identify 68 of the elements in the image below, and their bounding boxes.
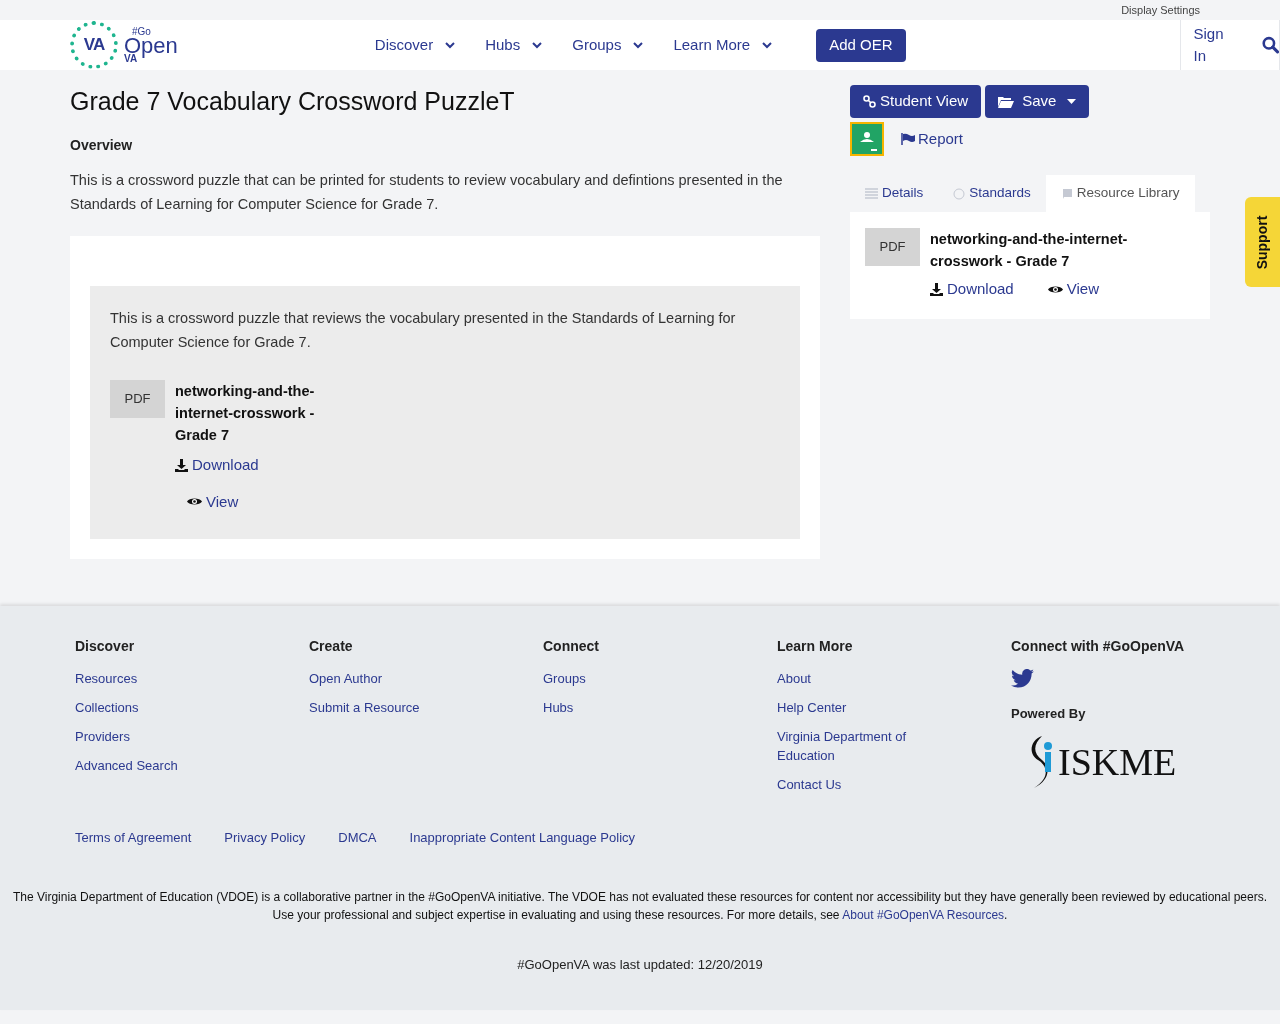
link-icon <box>863 95 876 108</box>
resource-title: Grade 7 Vocabulary Crossword PuzzleT <box>70 86 516 117</box>
legal-link[interactable]: DMCA <box>338 828 377 848</box>
footer-heading: Discover <box>75 637 136 656</box>
chevron-down-icon <box>532 41 543 49</box>
download-icon <box>175 458 188 472</box>
footer-link[interactable]: Open Author <box>309 669 479 688</box>
footer-heading: Connect <box>543 637 600 656</box>
last-updated-text: #GoOpenVA was last updated: 12/20/2019 <box>517 956 763 972</box>
footer-link[interactable]: Hubs <box>543 698 713 717</box>
footer-link[interactable]: Collections <box>75 698 245 717</box>
file-name: networking-and-the-internet-crosswork - Grade 7 <box>930 230 1129 271</box>
footer-heading: Create <box>309 637 354 656</box>
footer-heading: Powered By <box>1011 705 1087 723</box>
nav-menu-item[interactable]: Hubs <box>485 33 543 57</box>
footer-link[interactable]: Contact Us <box>777 775 947 794</box>
twitter-bird-icon[interactable] <box>1011 669 1034 688</box>
student-view-button[interactable]: Student View <box>850 85 982 118</box>
legal-link[interactable]: Terms of Agreement <box>75 828 192 848</box>
eye-icon <box>187 496 202 508</box>
chevron-down-icon <box>445 41 456 49</box>
flag-icon <box>901 133 915 145</box>
nav-menu-item[interactable]: Groups <box>572 33 644 57</box>
download-link[interactable]: Download <box>930 278 1014 301</box>
tab[interactable]: Resource Library <box>1045 175 1195 212</box>
footer-link[interactable]: Help Center <box>777 698 947 717</box>
download-link[interactable]: Download <box>175 454 315 477</box>
file-type-label: PDF <box>865 228 920 266</box>
nav-menu-item[interactable]: Learn More <box>673 33 773 57</box>
add-oer-button[interactable]: Add OER <box>816 28 906 62</box>
footer-link[interactable]: Groups <box>543 669 713 688</box>
search-icon[interactable] <box>1261 35 1279 55</box>
partner-logo[interactable]: ISKME <box>1026 733 1185 790</box>
classroom-share-icon[interactable] <box>850 122 884 156</box>
tab[interactable]: Standards <box>938 175 1046 212</box>
display-settings-link[interactable]: Display Settings <box>1121 1 1200 19</box>
overview-text: This is a crossword puzzle that can be printed for students to review vocabulary and defintions presented in the Standards of Learning for Computer Science for Grade 7. <box>70 171 784 214</box>
disclaimer-text: The Virginia Department of Education (VDOE) is a collaborative partner in the #GoOpenVA initiative. The VDOE has not evaluated these resources for content nor accessibility but they have generally been reviewed by educational peers. Use your professional and subject expertise in evaluating and using these resources. For more details, see About #GoOpenVA Resources. <box>11 888 1268 924</box>
file-type-label: PDF <box>110 380 165 418</box>
file-name: networking-and-the-internet-crosswork - Grade 7 <box>175 382 315 445</box>
footer-link[interactable]: Submit a Resource <box>309 698 479 717</box>
legal-link[interactable]: Privacy Policy <box>224 828 306 848</box>
section-description: This is a crossword puzzle that reviews the vocabulary presented in the Standards of Learning for Computer Science for Grade 7. <box>110 309 737 352</box>
footer-heading: Learn More <box>777 637 854 656</box>
save-button[interactable]: Save <box>985 85 1090 118</box>
chevron-down-icon <box>762 41 773 49</box>
footer-heading: Connect with #GoOpenVA <box>1011 637 1185 656</box>
sign-in-link[interactable]: Sign In <box>1193 22 1234 68</box>
chevron-down-icon <box>633 41 644 49</box>
footer-link[interactable]: Resources <box>75 669 245 688</box>
footer-link[interactable]: Virginia Department of Education <box>777 727 947 765</box>
footer-link[interactable]: Providers <box>75 727 245 746</box>
footer-link[interactable]: About <box>777 669 947 688</box>
view-link[interactable]: View <box>1047 278 1099 301</box>
folder-icon <box>998 95 1015 108</box>
site-logo[interactable]: VA #Go Open VA <box>70 20 178 70</box>
circle-icon <box>953 187 966 200</box>
caret-icon <box>1067 99 1077 104</box>
download-icon <box>930 282 943 296</box>
legal-link[interactable]: Inappropriate Content Language Policy <box>409 828 636 848</box>
nav-menu-item[interactable]: Discover <box>374 33 456 57</box>
overview-heading: Overview <box>70 136 134 155</box>
tab[interactable]: Details <box>850 175 939 212</box>
footer-link[interactable]: Advanced Search <box>75 756 245 775</box>
report-link[interactable]: Report <box>901 127 964 151</box>
support-tab[interactable]: Support <box>1245 197 1280 287</box>
view-link[interactable]: View <box>187 490 315 513</box>
list-icon <box>865 188 878 199</box>
